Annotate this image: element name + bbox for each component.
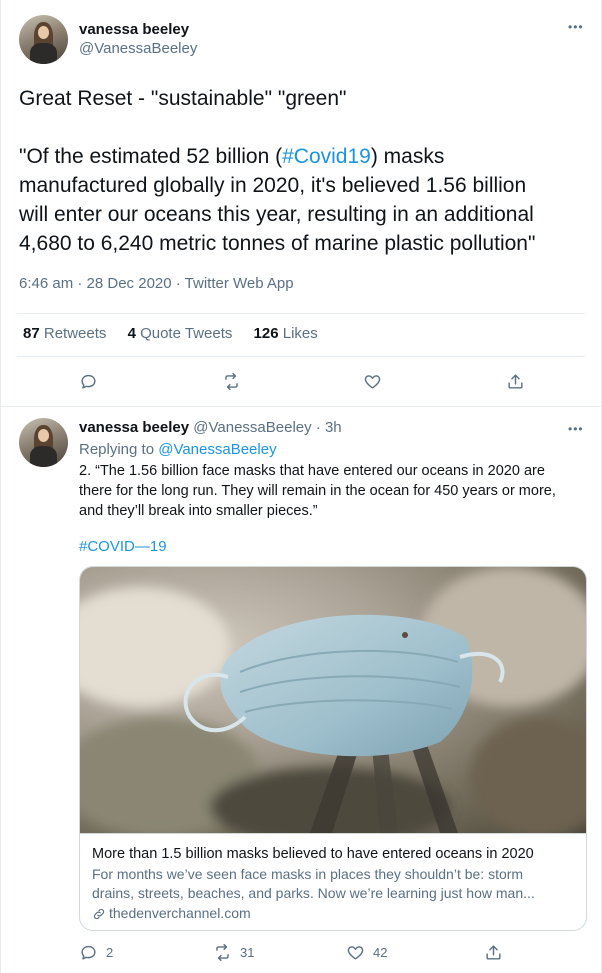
heart-icon — [364, 375, 381, 389]
quote-tweets-stat[interactable]: 4 Quote Tweets — [128, 325, 233, 342]
avatar[interactable] — [19, 15, 68, 64]
like-button[interactable] — [363, 372, 382, 391]
heart-icon — [347, 946, 364, 960]
like-button[interactable]: 42 — [346, 943, 387, 962]
retweet-icon — [225, 372, 238, 391]
tweet-text: Great Reset - "sustainable" "green" "Of … — [19, 84, 589, 258]
share-button[interactable] — [506, 372, 525, 391]
hashtag-link[interactable]: #Covid19 — [282, 145, 371, 168]
timestamp[interactable]: 6:46 am · 28 Dec 2020 · Twitter Web App — [19, 275, 294, 292]
share-button[interactable] — [484, 943, 503, 962]
reply-text-line: 2. “The 1.56 billion face masks that hav… — [79, 463, 545, 479]
like-count: 42 — [373, 945, 388, 960]
retweet-icon — [216, 943, 229, 962]
tweet-text-line: manufactured globally in 2020, it's beli… — [19, 174, 527, 197]
handle[interactable]: @VanessaBeeley — [79, 40, 197, 57]
reply-icon — [81, 374, 96, 389]
share-icon — [486, 945, 501, 960]
replying-to: Replying to @VanessaBeeley — [79, 441, 277, 458]
card-title: More than 1.5 billion masks believed to … — [92, 846, 534, 862]
retweet-count: 31 — [240, 945, 255, 960]
card-domain: thedenverchannel.com — [92, 904, 576, 923]
reply-button[interactable] — [79, 372, 98, 391]
more-dots-icon[interactable]: ••• — [568, 21, 584, 33]
retweet-button[interactable]: 31 — [213, 943, 254, 962]
tweet-text-line: will enter our oceans this year, resulti… — [19, 203, 534, 226]
likes-stat[interactable]: 126 Likes — [254, 325, 318, 342]
reply-text: 2. “The 1.56 billion face masks that hav… — [79, 461, 599, 521]
handle-time[interactable]: @VanessaBeeley · 3h — [193, 419, 341, 436]
more-dots-icon[interactable]: ••• — [568, 423, 584, 435]
replying-to-link[interactable]: @VanessaBeeley — [158, 441, 276, 458]
reply-button[interactable]: 2 — [79, 943, 113, 962]
reply-header: vanessa beeley @VanessaBeeley · 3h — [79, 419, 342, 436]
retweet-button[interactable] — [222, 372, 241, 391]
reply-icon — [81, 945, 96, 960]
card-body: More than 1.5 billion masks believed to … — [80, 833, 586, 930]
card-description: For months we’ve seen face masks in plac… — [92, 866, 535, 901]
display-name[interactable]: vanessa beeley — [79, 21, 189, 38]
card-image — [80, 567, 586, 833]
tweet-text-line: Great Reset - "sustainable" "green" — [19, 87, 347, 110]
tweet-thread: vanessa beeley @VanessaBeeley ••• Great … — [0, 0, 602, 973]
tweet-text-line: "Of the estimated 52 billion (#Covid19) … — [19, 145, 445, 168]
reply-text-line: there for the long run. They will remain… — [79, 483, 556, 499]
avatar[interactable] — [19, 418, 68, 467]
link-icon — [93, 908, 105, 919]
share-icon — [508, 374, 523, 389]
display-name[interactable]: vanessa beeley — [79, 419, 189, 436]
tweet-stats: 87 Retweets 4 Quote Tweets 126 Likes — [23, 325, 318, 342]
hashtag-link[interactable]: #COVID—19 — [79, 538, 167, 555]
face-mask-image — [80, 567, 586, 833]
retweets-stat[interactable]: 87 Retweets — [23, 325, 106, 342]
reply-count: 2 — [106, 945, 114, 960]
link-card[interactable]: More than 1.5 billion masks believed to … — [79, 566, 587, 931]
reply-text-line: and they’ll break into smaller pieces.” — [79, 503, 318, 519]
tweet-text-line: 4,680 to 6,240 metric tonnes of marine p… — [19, 232, 536, 255]
